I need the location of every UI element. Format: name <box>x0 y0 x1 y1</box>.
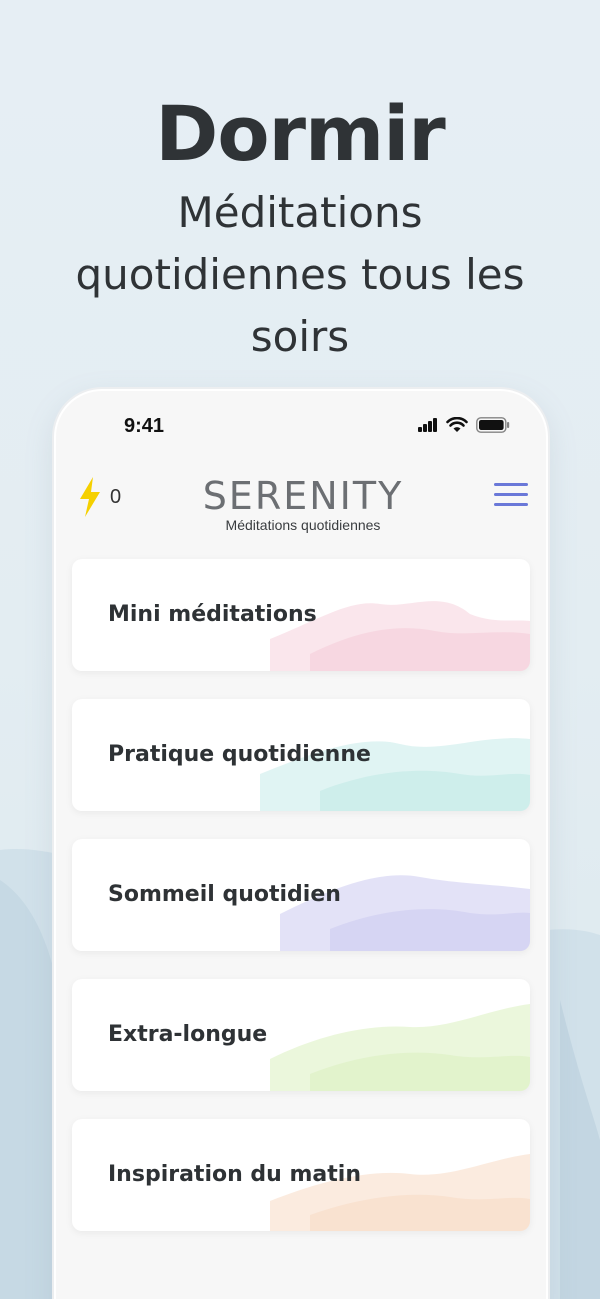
category-card-daily-sleep[interactable]: Sommeil quotidien <box>72 839 530 951</box>
category-card-extra-long[interactable]: Extra-longue <box>72 979 530 1091</box>
mountain-art-icon <box>270 1004 530 1091</box>
brand: SERENITY Méditations quotidiennes <box>56 474 546 533</box>
category-label: Inspiration du matin <box>108 1162 361 1187</box>
status-icons <box>418 417 510 433</box>
brand-name: SERENITY <box>202 474 404 518</box>
category-label: Mini méditations <box>108 602 317 627</box>
hero-subtitle: Méditations quotidiennes tous les soirs <box>75 188 525 361</box>
app-header: 0 SERENITY Méditations quotidiennes <box>56 471 546 541</box>
battery-icon <box>476 417 510 433</box>
category-card-daily-practice[interactable]: Pratique quotidienne <box>72 699 530 811</box>
hero-section: Dormir Méditations quotidiennes tous les… <box>0 88 600 368</box>
hamburger-menu-icon[interactable] <box>494 483 528 509</box>
wifi-icon <box>446 417 468 432</box>
category-label: Pratique quotidienne <box>108 742 371 767</box>
phone-frame: 9:41 0 SERENITY Méditations quotidiennes… <box>54 389 548 1299</box>
category-list: Mini méditations Pratique quotidienne So… <box>72 559 530 1259</box>
hero-title: Dormir <box>155 89 446 178</box>
status-time: 9:41 <box>124 415 165 437</box>
signal-icon <box>418 418 437 432</box>
category-label: Extra-longue <box>108 1022 268 1047</box>
brand-tagline: Méditations quotidiennes <box>225 517 381 533</box>
category-label: Sommeil quotidien <box>108 882 341 907</box>
category-card-mini-meditations[interactable]: Mini méditations <box>72 559 530 671</box>
category-card-morning-inspiration[interactable]: Inspiration du matin <box>72 1119 530 1231</box>
